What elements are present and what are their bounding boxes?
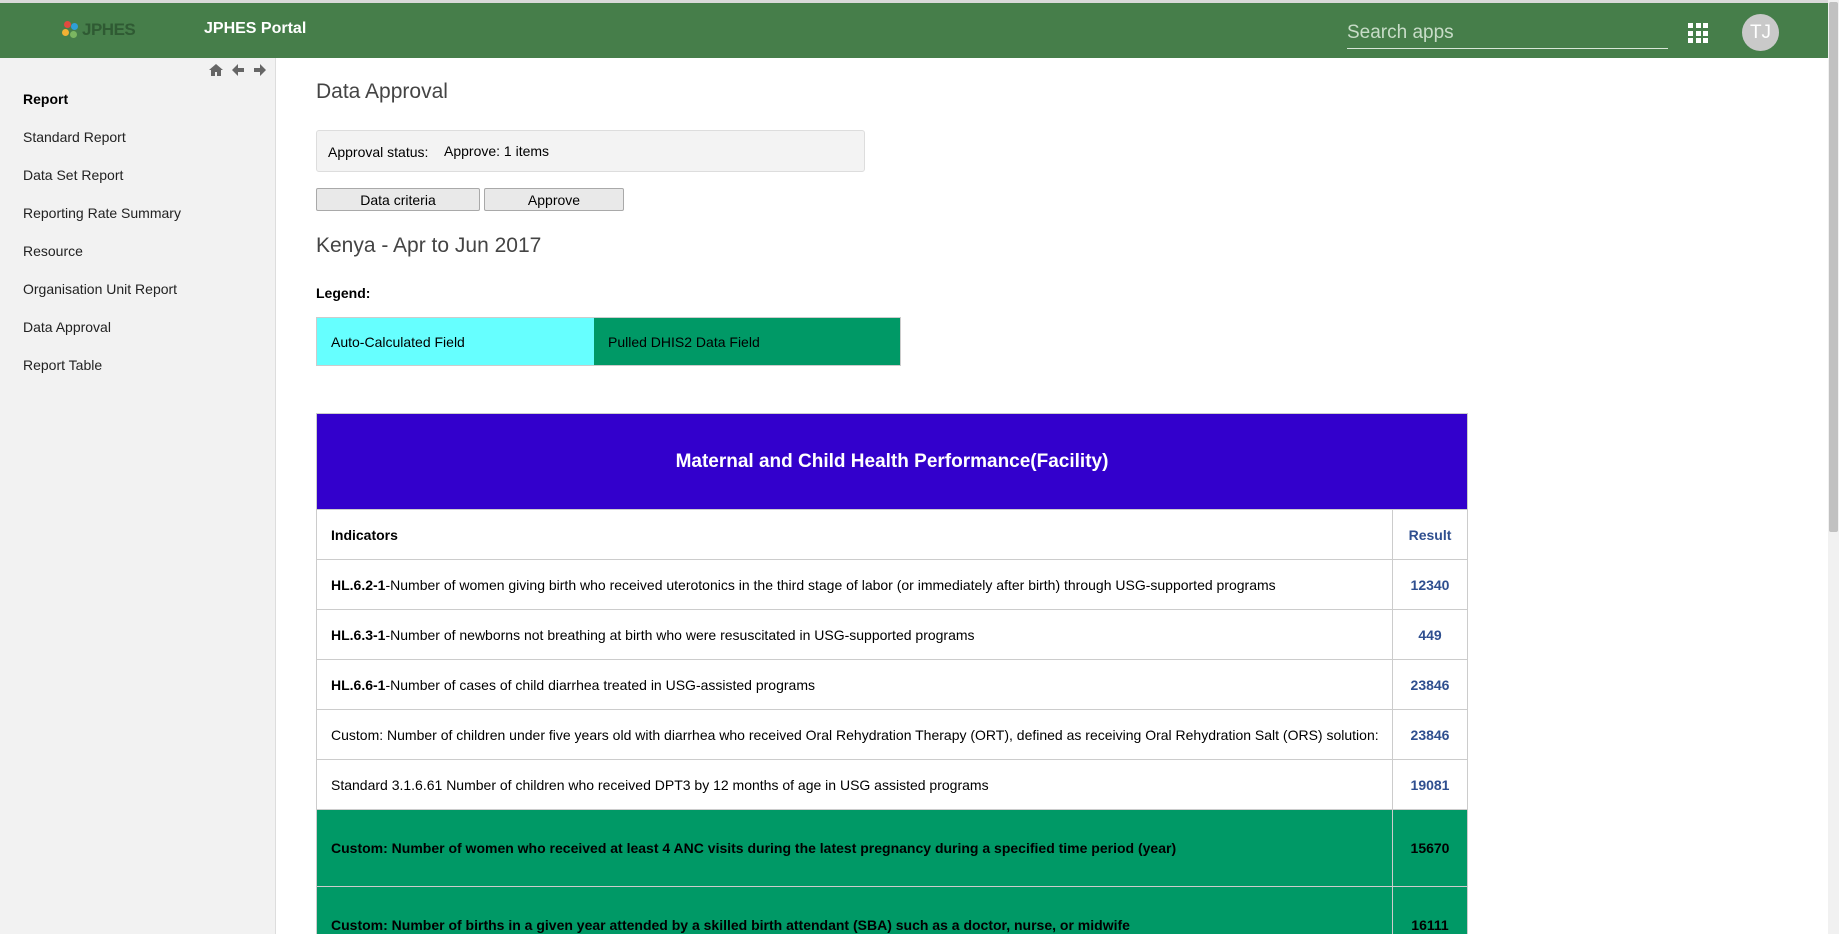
- result-cell: 23846: [1392, 659, 1468, 710]
- legend-auto-calculated: Auto-Calculated Field: [317, 318, 594, 365]
- vertical-scrollbar[interactable]: [1828, 0, 1839, 934]
- report-menu: Report Standard Report Data Set Report R…: [23, 90, 181, 394]
- portal-title: JPHES Portal: [204, 20, 307, 37]
- sidebar: Report Standard Report Data Set Report R…: [0, 58, 276, 934]
- table-title: Maternal and Child Health Performance(Fa…: [316, 413, 1468, 510]
- indicator-code: HL.6.6-1: [331, 676, 386, 693]
- page-title: Data Approval: [316, 80, 448, 103]
- result-cell: 23846: [1392, 709, 1468, 760]
- approval-status-value: Approve: 1 items: [444, 143, 550, 159]
- table-row-dhis2: Custom: Number of women who received at …: [316, 809, 1468, 887]
- logo-text: JPHES: [82, 20, 136, 39]
- indicator-text: -Number of cases of child diarrhea treat…: [385, 676, 815, 693]
- indicator-cell: Custom: Number of births in a given year…: [316, 886, 1393, 934]
- indicator-cell: HL.6.6-1-Number of cases of child diarrh…: [316, 659, 1393, 710]
- user-avatar[interactable]: TJ: [1742, 14, 1779, 51]
- logo-icon: [62, 21, 80, 39]
- scrollbar-thumb[interactable]: [1829, 2, 1838, 532]
- search-apps-input[interactable]: [1347, 17, 1668, 49]
- approval-status-box: Approval status: Approve: 1 items: [316, 130, 865, 172]
- indicator-cell: Standard 3.1.6.61 Number of children who…: [316, 759, 1393, 810]
- sidebar-item-reporting-rate-summary[interactable]: Reporting Rate Summary: [23, 204, 181, 242]
- table-row: Standard 3.1.6.61 Number of children who…: [316, 759, 1468, 810]
- indicator-text: -Number of newborns not breathing at bir…: [385, 626, 975, 643]
- indicator-text: -Number of women giving birth who receiv…: [385, 576, 1276, 593]
- indicator-cell: Custom: Number of women who received at …: [316, 809, 1393, 887]
- sidebar-heading-report: Report: [23, 91, 69, 107]
- sidebar-item-report-table[interactable]: Report Table: [23, 356, 181, 394]
- history-nav: [208, 62, 268, 78]
- data-criteria-button[interactable]: Data criteria: [316, 188, 480, 211]
- indicator-cell: Custom: Number of children under five ye…: [316, 709, 1393, 760]
- home-icon[interactable]: [208, 62, 224, 78]
- top-header-bar: JPHES JPHES Portal TJ: [0, 0, 1828, 58]
- table-row: HL.6.6-1-Number of cases of child diarrh…: [316, 659, 1468, 710]
- legend: Auto-Calculated Field Pulled DHIS2 Data …: [316, 317, 901, 366]
- result-cell: 12340: [1392, 559, 1468, 610]
- result-cell: 16111: [1392, 886, 1468, 934]
- table-row: Custom: Number of children under five ye…: [316, 709, 1468, 760]
- result-cell: 449: [1392, 609, 1468, 660]
- table-row: HL.6.3-1-Number of newborns not breathin…: [316, 609, 1468, 660]
- arrow-right-icon[interactable]: [252, 62, 268, 78]
- indicator-cell: HL.6.2-1-Number of women giving birth wh…: [316, 559, 1393, 610]
- legend-label: Legend:: [316, 285, 371, 301]
- sidebar-item-standard-report[interactable]: Standard Report: [23, 128, 181, 166]
- app-logo[interactable]: JPHES: [62, 17, 136, 43]
- report-subtitle: Kenya - Apr to Jun 2017: [316, 234, 542, 257]
- report-table: Maternal and Child Health Performance(Fa…: [316, 413, 1468, 934]
- approve-button[interactable]: Approve: [484, 188, 624, 211]
- legend-pulled-dhis2: Pulled DHIS2 Data Field: [594, 318, 900, 365]
- indicator-cell: HL.6.3-1-Number of newborns not breathin…: [316, 609, 1393, 660]
- sidebar-item-data-approval[interactable]: Data Approval: [23, 318, 181, 356]
- column-header-indicators: Indicators: [316, 509, 1393, 560]
- apps-grid-icon[interactable]: [1688, 23, 1708, 43]
- sidebar-item-resource[interactable]: Resource: [23, 242, 181, 280]
- approval-status-label: Approval status:: [328, 144, 429, 160]
- indicator-code: HL.6.2-1: [331, 576, 386, 593]
- table-row: HL.6.2-1-Number of women giving birth wh…: [316, 559, 1468, 610]
- table-row-dhis2: Custom: Number of births in a given year…: [316, 886, 1468, 934]
- sidebar-item-data-set-report[interactable]: Data Set Report: [23, 166, 181, 204]
- result-cell: 15670: [1392, 809, 1468, 887]
- result-cell: 19081: [1392, 759, 1468, 810]
- indicator-code: HL.6.3-1: [331, 626, 386, 643]
- arrow-left-icon[interactable]: [230, 62, 246, 78]
- column-header-result: Result: [1392, 509, 1468, 560]
- sidebar-item-organisation-unit-report[interactable]: Organisation Unit Report: [23, 280, 181, 318]
